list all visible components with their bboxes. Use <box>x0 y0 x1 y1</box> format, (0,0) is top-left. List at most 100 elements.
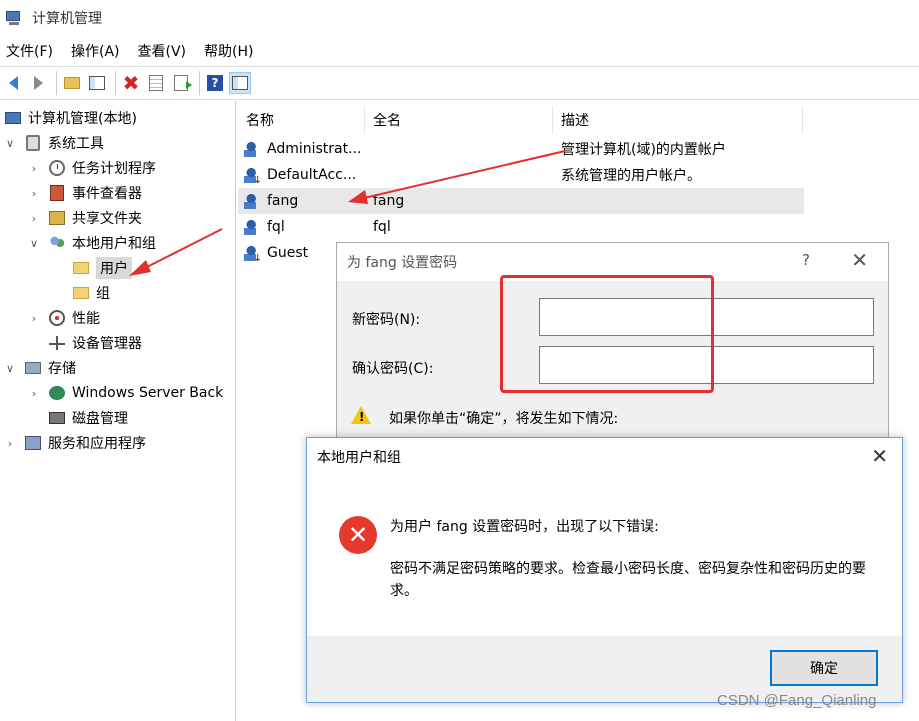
column-header-name[interactable]: 名称 <box>238 106 365 134</box>
tree-local-users-groups[interactable]: ∨ 本地用户和组 <box>28 231 156 255</box>
chevron-down-icon[interactable]: ∨ <box>4 137 16 150</box>
tree-disk-management[interactable]: 磁盘管理 <box>48 406 128 430</box>
toolbar-separator <box>56 71 57 95</box>
up-folder-button[interactable] <box>61 72 83 94</box>
user-fullname: fang <box>373 193 405 209</box>
help-button[interactable]: ? <box>204 72 226 94</box>
menu-bar: 文件(F) 操作(A) 查看(V) 帮助(H) <box>0 38 271 64</box>
user-fullname: fql <box>373 219 391 235</box>
delete-button[interactable]: ✖ <box>120 72 142 94</box>
annotation-highlight-box <box>500 275 714 393</box>
delete-x-icon: ✖ <box>122 71 140 95</box>
tree-label: 服务和应用程序 <box>48 436 146 452</box>
table-row[interactable]: Administrat... 管理计算机(域)的内置帐户 <box>238 136 803 162</box>
warning-glyph: ! <box>359 410 365 424</box>
chevron-down-icon[interactable]: ∨ <box>4 362 16 375</box>
back-arrow-icon <box>8 76 18 90</box>
event-log-icon <box>48 185 66 201</box>
forward-button[interactable] <box>27 72 49 94</box>
tree-task-scheduler[interactable]: › 任务计划程序 <box>28 156 156 180</box>
column-header-fullname[interactable]: 全名 <box>365 106 553 134</box>
toolbar: ✖ ? <box>0 66 919 100</box>
user-name: Administrat... <box>267 141 362 157</box>
export-list-button[interactable] <box>170 72 192 94</box>
chevron-right-icon[interactable]: › <box>4 437 16 450</box>
tree-label: 事件查看器 <box>72 186 142 202</box>
back-button[interactable] <box>2 72 24 94</box>
table-row[interactable]: fql fql <box>238 214 803 240</box>
user-name: fql <box>267 219 285 235</box>
column-header-description[interactable]: 描述 <box>553 106 803 134</box>
tree-device-manager[interactable]: 设备管理器 <box>48 331 142 355</box>
tree-label: 性能 <box>72 311 100 327</box>
ok-button[interactable]: 确定 <box>770 650 878 686</box>
user-name: DefaultAcc... <box>267 167 357 183</box>
user-icon <box>244 219 262 235</box>
chevron-right-icon[interactable]: › <box>28 162 40 175</box>
watermark: CSDN @Fang_Qianling <box>717 692 877 709</box>
window-title: 计算机管理 <box>32 11 102 27</box>
show-action-pane-button[interactable] <box>229 72 251 94</box>
properties-button[interactable] <box>145 72 167 94</box>
help-icon: ? <box>207 75 223 91</box>
help-question-icon[interactable]: ? <box>802 251 810 269</box>
tree-label: 系统工具 <box>48 136 104 152</box>
tree-label: 设备管理器 <box>72 336 142 352</box>
table-row[interactable]: DefaultAcc... 系统管理的用户帐户。 <box>238 162 803 188</box>
chevron-right-icon[interactable]: › <box>28 312 40 325</box>
user-description: 系统管理的用户帐户。 <box>561 168 701 184</box>
menu-help[interactable]: 帮助(H) <box>204 41 253 61</box>
chevron-down-icon[interactable]: ∨ <box>28 237 40 250</box>
error-dialog: 本地用户和组 ✕ ✕ 为用户 fang 设置密码时，出现了以下错误: 密码不满足… <box>306 437 903 703</box>
chevron-right-icon[interactable]: › <box>28 387 40 400</box>
shared-folder-icon <box>48 210 66 226</box>
action-pane-icon <box>232 76 248 90</box>
new-password-label: 新密码(N): <box>352 312 421 328</box>
close-icon[interactable]: ✕ <box>871 444 888 468</box>
table-row[interactable]: fang fang <box>238 188 804 214</box>
export-icon <box>174 75 192 91</box>
menu-view[interactable]: 查看(V) <box>138 41 187 61</box>
tree-root[interactable]: 计算机管理(本地) <box>4 106 137 130</box>
menu-action[interactable]: 操作(A) <box>71 41 120 61</box>
computer-management-icon <box>6 10 24 26</box>
properties-icon <box>149 75 163 91</box>
tree-label: 磁盘管理 <box>72 411 128 427</box>
tree-label: 用户 <box>96 257 132 279</box>
tree-windows-server-backup[interactable]: › Windows Server Back <box>28 381 224 405</box>
tree-groups[interactable]: 组 <box>72 281 110 305</box>
clock-icon <box>48 160 66 176</box>
folder-up-icon <box>64 77 80 89</box>
tree-root-label: 计算机管理(本地) <box>28 111 137 127</box>
tree-event-viewer[interactable]: › 事件查看器 <box>28 181 142 205</box>
tree-system-tools[interactable]: ∨ 系统工具 <box>4 131 104 155</box>
disk-icon <box>48 410 66 426</box>
chevron-right-icon[interactable]: › <box>28 212 40 225</box>
tree-users[interactable]: 用户 <box>72 256 132 280</box>
error-icon: ✕ <box>339 516 377 554</box>
warning-icon: ! <box>351 406 371 424</box>
chevron-right-icon[interactable]: › <box>28 187 40 200</box>
tree-label: 组 <box>96 286 110 302</box>
tree-storage[interactable]: ∨ 存储 <box>4 356 76 380</box>
user-name: fang <box>267 193 299 209</box>
computer-icon <box>4 110 22 126</box>
tree-shared-folders[interactable]: › 共享文件夹 <box>28 206 142 230</box>
menu-file[interactable]: 文件(F) <box>6 41 53 61</box>
show-hide-tree-button[interactable] <box>86 72 108 94</box>
close-icon[interactable]: ✕ <box>851 248 868 272</box>
tree-services-apps[interactable]: › 服务和应用程序 <box>4 431 146 455</box>
disabled-user-icon <box>244 245 262 261</box>
users-group-icon <box>48 235 66 251</box>
error-dialog-title-bar: 本地用户和组 ✕ <box>307 438 902 476</box>
tree-performance[interactable]: › 性能 <box>28 306 100 330</box>
tools-icon <box>24 135 42 151</box>
user-description: 管理计算机(域)的内置帐户 <box>561 142 726 158</box>
toolbar-separator <box>115 71 116 95</box>
set-password-title: 为 fang 设置密码 <box>347 255 458 271</box>
forward-arrow-icon <box>33 76 43 90</box>
folder-icon <box>72 285 90 301</box>
tree-label: 本地用户和组 <box>72 236 156 252</box>
console-tree-icon <box>89 76 105 90</box>
backup-icon <box>48 385 66 401</box>
